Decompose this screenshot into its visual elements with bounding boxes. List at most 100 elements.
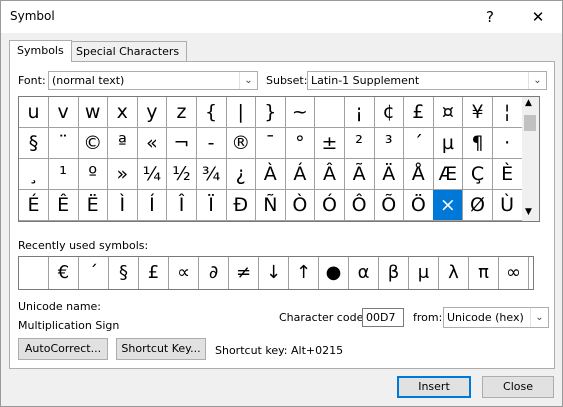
symbol-cell[interactable]: À [255, 159, 286, 190]
symbol-cell[interactable]: Ô [344, 190, 375, 221]
symbol-cell[interactable]: ¨ [48, 128, 79, 159]
symbol-cell[interactable]: Ó [315, 190, 345, 221]
symbol-cell[interactable]: ª [107, 128, 138, 159]
symbol-cell[interactable]: ¿ [226, 159, 257, 190]
symbol-cell[interactable]: Ê [48, 190, 79, 221]
symbol-cell[interactable]: ¸ [19, 159, 49, 190]
symbol-cell[interactable]: Ñ [255, 190, 286, 221]
subset-dropdown[interactable]: Latin-1 Supplement ⌄ [307, 71, 547, 90]
symbol-cell[interactable]: ½ [167, 159, 197, 190]
symbol-cell[interactable]: Ã [344, 159, 375, 190]
symbol-cell[interactable]: w [78, 97, 109, 128]
symbol-cell[interactable]: µ [433, 128, 464, 159]
tab-special-characters[interactable]: Special Characters [68, 41, 188, 61]
scroll-down-icon[interactable]: ▼ [525, 207, 532, 217]
from-dropdown[interactable]: Unicode (hex) ⌄ [443, 307, 549, 328]
symbol-cell[interactable]: | [226, 97, 257, 128]
scroll-up-icon[interactable]: ▲ [525, 98, 532, 108]
symbol-cell[interactable]: » [107, 159, 138, 190]
recent-symbol-cell[interactable] [19, 257, 49, 289]
symbol-cell[interactable]: Ä [374, 159, 405, 190]
symbol-cell[interactable]: £ [403, 97, 434, 128]
symbol-cell[interactable]: Ð [226, 190, 257, 221]
symbol-cell[interactable]: y [137, 97, 168, 128]
symbol-cell[interactable]: Ë [78, 190, 109, 221]
symbol-cell[interactable]: É [19, 190, 49, 221]
symbol-cell[interactable]: Í [137, 190, 168, 221]
tab-symbols[interactable]: Symbols [9, 40, 72, 62]
symbol-cell[interactable]: º [78, 159, 109, 190]
recent-symbol-cell[interactable]: € [49, 257, 79, 289]
symbol-cell[interactable]: ¥ [463, 97, 493, 128]
symbol-cell[interactable]: ³ [374, 128, 405, 159]
symbol-cell[interactable]: È [492, 159, 523, 190]
recent-symbol-cell[interactable]: π [469, 257, 499, 289]
symbol-cell[interactable]: ¶ [463, 128, 493, 159]
symbol-cell[interactable]: ¹ [48, 159, 79, 190]
recent-symbol-cell[interactable]: α [349, 257, 379, 289]
symbol-cell[interactable]: ~ [285, 97, 316, 128]
symbol-cell[interactable]: Õ [374, 190, 405, 221]
recent-symbol-cell[interactable]: £ [139, 257, 169, 289]
insert-button[interactable]: Insert [397, 376, 471, 398]
recent-symbol-cell[interactable]: μ [409, 257, 439, 289]
symbol-cell[interactable]: v [48, 97, 79, 128]
symbol-cell[interactable]: ¾ [196, 159, 227, 190]
close-icon[interactable]: ✕ [515, 1, 561, 33]
recent-symbol-cell[interactable]: § [109, 257, 139, 289]
recent-symbol-cell[interactable]: λ [439, 257, 469, 289]
help-icon[interactable]: ? [467, 1, 513, 33]
symbol-cell[interactable]: ¯ [255, 128, 286, 159]
symbol-cell[interactable]: Á [285, 159, 316, 190]
character-code-input[interactable]: 00D7 [362, 308, 404, 327]
symbol-cell[interactable]: Î [167, 190, 197, 221]
symbol-cell[interactable]: { [196, 97, 227, 128]
symbol-cell[interactable]: ´ [403, 128, 434, 159]
recent-symbol-cell[interactable]: ∝ [169, 257, 199, 289]
symbol-cell[interactable] [315, 97, 345, 128]
symbol-cell[interactable]: · [492, 128, 523, 159]
symbol-cell[interactable]: - [196, 128, 227, 159]
symbol-cell[interactable]: ¼ [137, 159, 168, 190]
symbol-cell[interactable]: Ø [463, 190, 493, 221]
symbol-cell[interactable]: Ï [196, 190, 227, 221]
symbol-cell[interactable]: z [167, 97, 197, 128]
symbol-cell[interactable]: Ç [463, 159, 493, 190]
symbol-cell[interactable]: u [19, 97, 49, 128]
shortcut-key-button[interactable]: Shortcut Key... [116, 338, 206, 360]
symbol-cell[interactable]: Ù [492, 190, 523, 221]
recent-symbol-cell[interactable]: ↓ [259, 257, 289, 289]
recent-symbol-cell[interactable]: ↑ [289, 257, 319, 289]
symbol-cell[interactable]: « [137, 128, 168, 159]
symbol-cell[interactable]: ¡ [344, 97, 375, 128]
recent-symbol-cell[interactable]: ∂ [199, 257, 229, 289]
symbol-cell[interactable]: © [78, 128, 109, 159]
close-button[interactable]: Close [482, 376, 554, 398]
symbol-cell[interactable]: Ò [285, 190, 316, 221]
symbol-cell[interactable]: Å [403, 159, 434, 190]
symbol-cell[interactable]: ® [226, 128, 257, 159]
symbol-cell[interactable]: Ö [403, 190, 434, 221]
font-dropdown[interactable]: (normal text) ⌄ [48, 71, 258, 90]
symbol-cell[interactable]: ° [285, 128, 316, 159]
symbol-cell[interactable]: } [255, 97, 286, 128]
symbol-cell[interactable]: Ì [107, 190, 138, 221]
scrollbar-thumb[interactable] [524, 115, 536, 131]
symbol-cell[interactable]: § [19, 128, 49, 159]
symbol-cell[interactable]: × [433, 190, 464, 221]
recent-symbol-cell[interactable]: ≠ [229, 257, 259, 289]
symbol-cell[interactable]: Æ [433, 159, 464, 190]
symbol-cell[interactable]: ± [315, 128, 345, 159]
recent-symbol-cell[interactable]: β [379, 257, 409, 289]
symbol-cell[interactable]: ¦ [492, 97, 523, 128]
symbol-cell[interactable]: x [107, 97, 138, 128]
symbol-cell[interactable]: ² [344, 128, 375, 159]
symbol-cell[interactable]: ¬ [167, 128, 197, 159]
symbol-cell[interactable]: ¤ [433, 97, 464, 128]
recent-symbol-cell[interactable]: ∞ [499, 257, 529, 289]
autocorrect-button[interactable]: AutoCorrect... [18, 338, 108, 360]
symbol-cell[interactable]: ¢ [374, 97, 405, 128]
symbol-cell[interactable]: Â [315, 159, 345, 190]
recent-symbol-cell[interactable]: ´ [79, 257, 109, 289]
recent-symbol-cell[interactable]: ● [319, 257, 349, 289]
